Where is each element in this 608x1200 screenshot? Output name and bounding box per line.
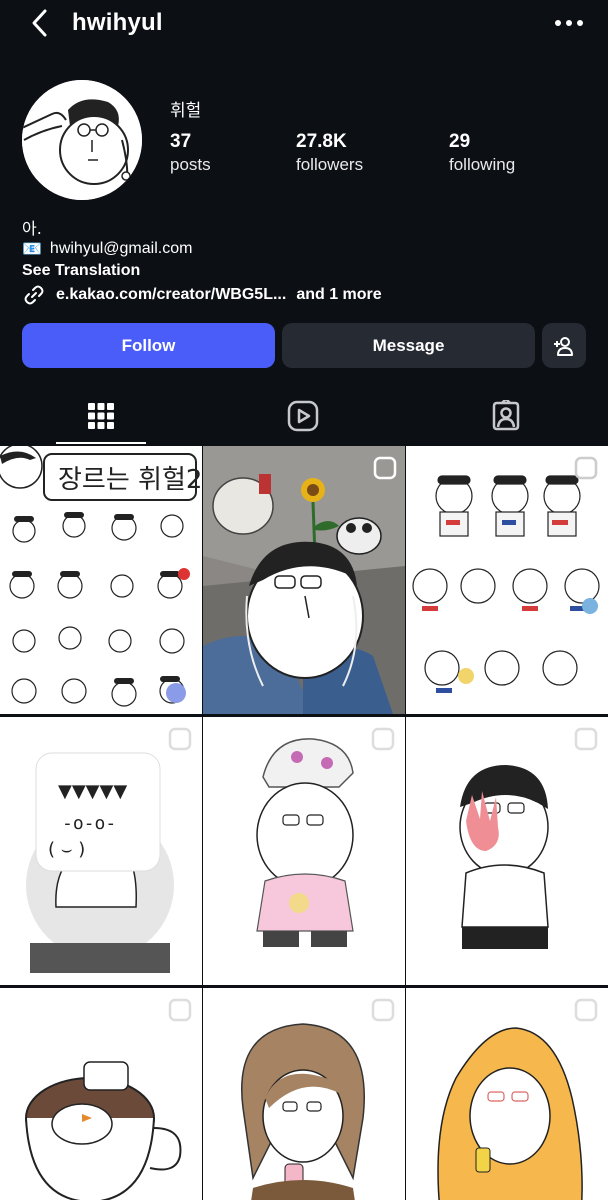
tab-tagged[interactable] <box>461 388 551 444</box>
tagged-person-icon <box>492 400 520 431</box>
tab-reels[interactable] <box>258 388 348 444</box>
following-stat[interactable]: 29 following <box>449 131 515 175</box>
sticker-closeup-image: ▼▼▼▼▼ -o-o- ( ⌣ ) <box>0 717 202 985</box>
ellipsis-icon[interactable] <box>552 12 586 34</box>
avatar[interactable] <box>22 80 142 200</box>
see-translation-link[interactable]: See Translation <box>22 262 140 280</box>
face-text: ( ⌣ ) <box>48 839 85 860</box>
top-bar: hwihyul <box>0 0 608 48</box>
post-grid: 장르는 휘헐2 ▼▼▼▼▼ -o-o- (⌣) <box>0 446 608 1200</box>
sticker-caption-text: ▼▼▼▼▼ <box>58 781 127 802</box>
followers-stat[interactable]: 27.8K followers <box>296 131 363 175</box>
bio-text: 아. <box>22 219 42 238</box>
post-thumbnail[interactable]: ▼▼▼▼▼ -o-o- ( ⌣ ) <box>0 717 202 985</box>
posts-label: posts <box>170 155 211 174</box>
sticker-sheet-image: 장르는 휘헐2 <box>0 446 202 714</box>
add-person-button[interactable] <box>542 323 586 368</box>
post-thumbnail[interactable] <box>0 988 202 1200</box>
baseball-stickers-image <box>406 446 608 714</box>
avatar-illustration <box>22 80 142 200</box>
link-icon <box>24 285 44 305</box>
message-button[interactable]: Message <box>282 323 535 368</box>
post-thumbnail[interactable] <box>203 988 405 1200</box>
character-with-sunflower-image <box>203 446 405 714</box>
character-in-costume-image <box>406 988 608 1200</box>
posts-stat[interactable]: 37 posts <box>170 131 211 175</box>
chevron-left-icon[interactable] <box>26 8 56 38</box>
bio-link[interactable]: e.kakao.com/creator/WBG5L... <box>56 286 286 304</box>
bio-link-row[interactable]: e.kakao.com/creator/WBG5L... and 1 more <box>22 283 382 307</box>
character-with-cap-image <box>203 717 405 985</box>
follow-button[interactable]: Follow <box>22 323 275 368</box>
bio-email[interactable]: hwihyul@gmail.com <box>50 240 193 258</box>
following-count: 29 <box>449 131 471 152</box>
reels-icon <box>287 400 319 432</box>
more-links[interactable]: and 1 more <box>296 286 381 304</box>
character-with-wig-image <box>203 988 405 1200</box>
post-title-text: 장르는 휘헐2 <box>58 465 202 495</box>
post-thumbnail[interactable] <box>203 717 405 985</box>
tab-grid[interactable] <box>56 388 146 444</box>
email-icon: 📧 <box>22 239 42 258</box>
active-tab-indicator <box>56 442 146 444</box>
profile-username: hwihyul <box>72 9 163 36</box>
character-waving-image <box>406 717 608 985</box>
cocoa-mug-image <box>0 988 202 1200</box>
display-name: 휘헐 <box>170 101 202 121</box>
grid-icon <box>88 403 114 429</box>
profile-tabs <box>0 388 608 444</box>
post-thumbnail[interactable]: 장르는 휘헐2 <box>0 446 202 714</box>
post-thumbnail[interactable] <box>406 717 608 985</box>
posts-count: 37 <box>170 131 192 152</box>
add-person-icon <box>554 336 573 356</box>
post-thumbnail[interactable] <box>406 446 608 714</box>
followers-label: followers <box>296 155 364 174</box>
bio-email-row: 📧 hwihyul@gmail.com <box>22 239 192 258</box>
glasses-text: -o-o- <box>62 813 116 834</box>
following-label: following <box>449 155 516 174</box>
post-thumbnail[interactable] <box>406 988 608 1200</box>
followers-count: 27.8K <box>296 131 347 152</box>
post-thumbnail[interactable] <box>203 446 405 714</box>
